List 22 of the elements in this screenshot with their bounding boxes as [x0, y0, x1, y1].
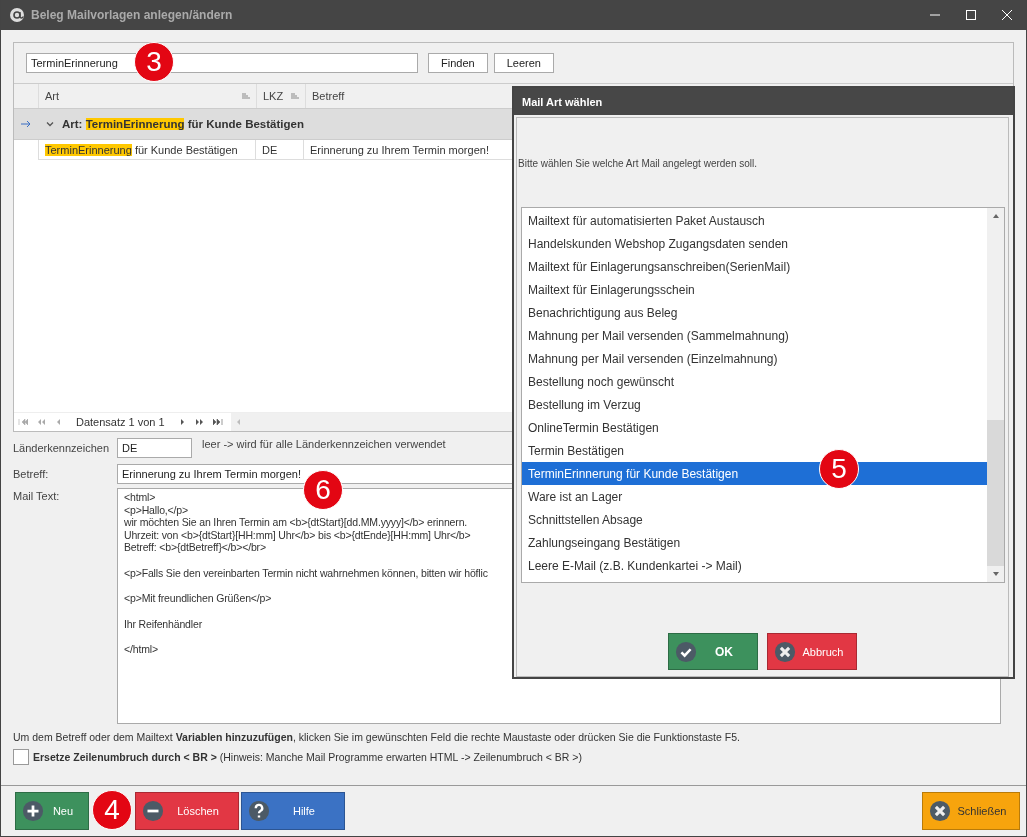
record-counter: Datensatz 1 von 1 [76, 416, 165, 428]
callout-badge: 4 [92, 790, 132, 830]
mail-text-line: <p>Hallo,</p> [124, 503, 189, 516]
field-hint: leer -> wird für alle Länderkennzeichen verwendet [202, 438, 446, 450]
mail-text-line: <p>Mit freundlichen Grüßen</p> [124, 592, 272, 605]
mail-text-line: wir möchten Sie an Ihren Termin am <b>{dtStart}[dd.MM.yyyy]</b> erinnern. [124, 516, 468, 529]
mail-text-line: <html> [124, 491, 156, 504]
hint-text: Um dem Betreff oder dem Mailtext Variablen hinzuzufügen, klicken Sie im gewünschten Feld die rechte Maustaste oder drücken Sie die Funktionstaste F5. [13, 731, 741, 743]
table-cell: TerminErinnerung für Kunde Bestätigen [38, 140, 256, 160]
mail-text-line: Ihr Reifenhändler [124, 617, 202, 630]
group-label: Art: TerminErinnerung für Kunde Bestätigen [62, 118, 304, 130]
field-label: Länderkennzeichen [13, 442, 111, 454]
field-label: Mail Text: [13, 490, 61, 502]
mail-text-line: <p>Falls Sie den vereinbarten Termin nicht wahrnehmen können, bitten wir höflic [124, 566, 488, 579]
mail-text-line: Betreff: <b>{dtBetreff}</b></br> [124, 541, 266, 554]
dialog-prompt: Bitte wählen Sie welche Art Mail angelegt werden soll. [517, 158, 759, 169]
mail-text-line: </html> [124, 643, 158, 656]
dialog-title: Mail Art wählen [514, 88, 1013, 115]
window-title: Beleg Mailvorlagen anlegen/ändern [31, 8, 233, 22]
field-label: Betreff: [13, 468, 50, 480]
checkbox-label: Ersetze Zeilenumbruch durch < BR > (Hinweis: Manche Mail Programme erwarten HTML -> Zeilenumbruch < BR >) [33, 751, 582, 763]
mail-text-line: Uhrzeit: von <b>{dtStart}[HH:mm] Uhr</b> bis <b>{dtEnde}[HH:mm] Uhr</b> [124, 528, 471, 541]
